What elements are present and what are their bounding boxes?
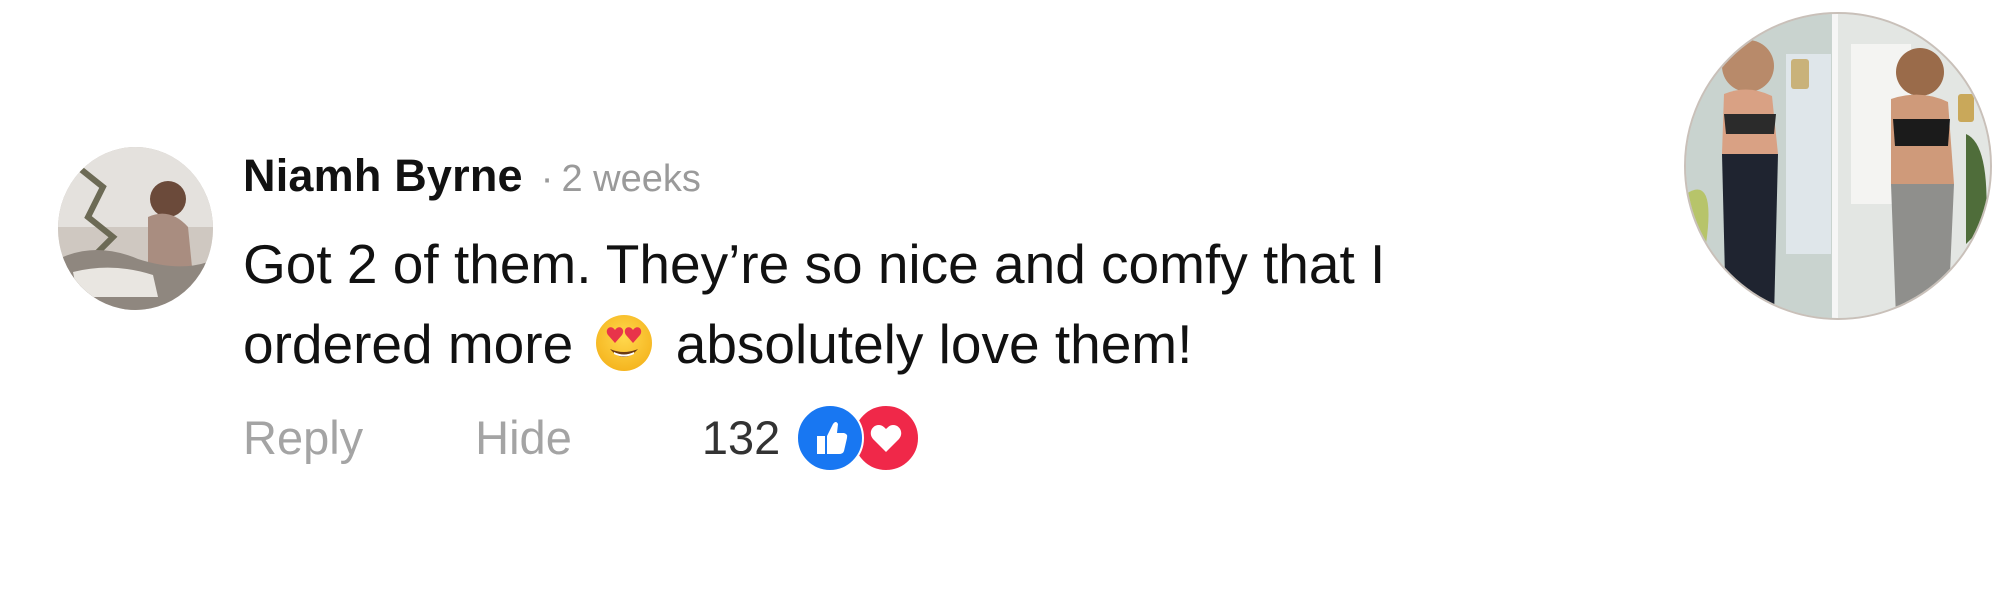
avatar-photo bbox=[58, 147, 213, 310]
comment-text: Got 2 of them. They’re so nice and comfy… bbox=[243, 224, 1543, 384]
comment-screen: Niamh Byrne · 2 weeks Got 2 of them. The… bbox=[0, 0, 2000, 590]
reply-button[interactable]: Reply bbox=[243, 410, 363, 465]
reaction-count[interactable]: 132 bbox=[702, 410, 780, 465]
comment-header: Niamh Byrne · 2 weeks bbox=[243, 150, 1543, 210]
comment: Niamh Byrne · 2 weeks Got 2 of them. The… bbox=[243, 150, 1543, 384]
timestamp[interactable]: 2 weeks bbox=[561, 158, 700, 201]
comment-actions: Reply Hide 132 bbox=[243, 402, 924, 472]
author-name[interactable]: Niamh Byrne bbox=[243, 150, 523, 202]
hide-button[interactable]: Hide bbox=[475, 410, 572, 465]
like-icon bbox=[796, 404, 865, 472]
separator-dot: · bbox=[540, 158, 554, 200]
attached-photo-image bbox=[1686, 14, 1990, 318]
reaction-icons[interactable] bbox=[796, 404, 924, 472]
heart-eyes-emoji-icon bbox=[594, 313, 654, 373]
attached-photo[interactable] bbox=[1684, 12, 1992, 320]
comment-text-part2: absolutely love them! bbox=[675, 313, 1193, 375]
avatar[interactable] bbox=[58, 147, 213, 310]
